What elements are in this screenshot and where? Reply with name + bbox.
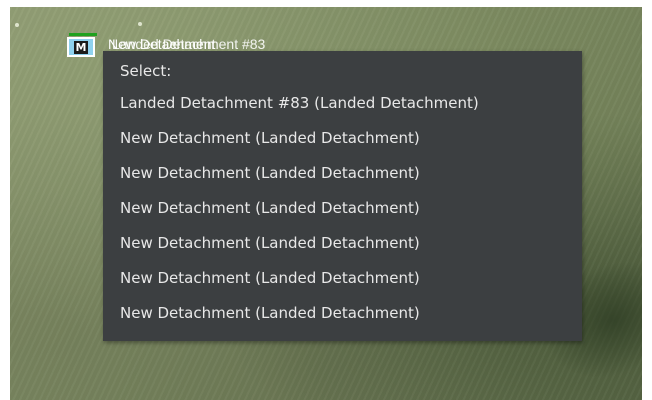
terrain-speck <box>138 22 142 26</box>
unit-health-bar <box>69 33 97 36</box>
menu-item-new-detachment[interactable]: New Detachment (Landed Detachment) <box>103 191 582 226</box>
menu-item-landed-detachment-83[interactable]: Landed Detachment #83 (Landed Detachment… <box>103 86 582 121</box>
unit-label-overlap: Landed Detachment #83 <box>112 36 266 52</box>
unit-select-context-menu: Select: Landed Detachment #83 (Landed De… <box>103 51 582 341</box>
terrain-speck <box>15 23 19 27</box>
unit-symbol-letter: M <box>73 40 89 54</box>
menu-item-new-detachment[interactable]: New Detachment (Landed Detachment) <box>103 296 582 331</box>
menu-item-new-detachment[interactable]: New Detachment (Landed Detachment) <box>103 261 582 296</box>
menu-item-new-detachment[interactable]: New Detachment (Landed Detachment) <box>103 226 582 261</box>
unit-label: New Detachment Landed Detachment #83 <box>108 36 265 52</box>
menu-item-new-detachment[interactable]: New Detachment (Landed Detachment) <box>103 121 582 156</box>
menu-header-select: Select: <box>120 62 172 80</box>
unit-marker[interactable]: M <box>67 33 101 59</box>
unit-symbol-icon[interactable]: M <box>67 37 95 57</box>
menu-item-new-detachment[interactable]: New Detachment (Landed Detachment) <box>103 156 582 191</box>
